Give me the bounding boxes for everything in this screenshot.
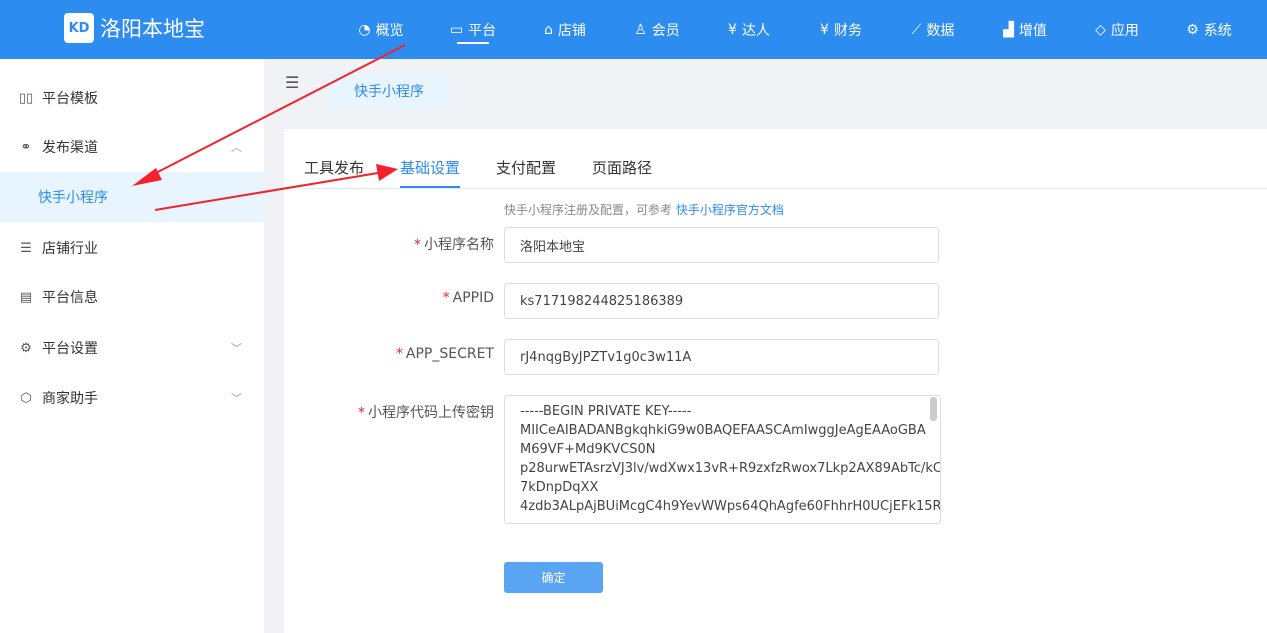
main-nav: ◔ 概览 ▭ 平台 ⌂ 店铺 ♙ 会员 ¥ 达人 ¥ 财务 ⟋ 数据 ▟ 增值 ◇ 应用 ⚙ 系统 — [335, 0, 1255, 59]
nav-label: 平台 — [468, 22, 497, 39]
chevron-up-icon: ︿ — [231, 141, 242, 154]
app-secret-input[interactable] — [504, 339, 939, 375]
required-mark: * — [442, 290, 450, 306]
cube-icon: ◇ — [1095, 21, 1106, 38]
nav-label: 增值 — [1018, 22, 1047, 39]
appid-input[interactable] — [504, 283, 939, 319]
required-mark: * — [395, 346, 403, 362]
nav-label: 财务 — [833, 22, 862, 39]
app-name-input[interactable] — [504, 227, 939, 263]
channel-icon: ⚭ — [20, 139, 32, 155]
shop-icon: ⌂ — [544, 21, 553, 38]
chevron-down-icon: ﹀ — [231, 392, 242, 405]
nav-item-platform[interactable]: ▭ 平台 — [427, 0, 519, 59]
nav-label: 应用 — [1110, 22, 1139, 39]
sidebar: ▯▯ 平台模板 ⚭ 发布渠道 ︿ 快手小程序 ☰ 店铺行业 ▤ 平台信息 ⚙ 平台设置 ﹀ ⬡… — [0, 59, 264, 633]
user-icon: ♙ — [634, 21, 647, 38]
nav-item-overview[interactable]: ◔ 概览 — [335, 0, 427, 59]
settings-icon: ⚙ — [20, 340, 32, 356]
textarea-scrollbar[interactable] — [930, 397, 937, 421]
tab-tool-publish[interactable]: 工具发布 — [304, 148, 364, 187]
upload-key-textarea[interactable]: -----BEGIN PRIVATE KEY----- MIICeAIBADAN… — [504, 395, 941, 524]
sidebar-item-label: 平台模板 — [42, 91, 98, 107]
chevron-down-icon: ﹀ — [231, 342, 242, 355]
appid-label-text: APPID — [452, 290, 494, 306]
hint-text: 快手小程序注册及配置，可参考 — [504, 203, 676, 217]
sidebar-item-industry[interactable]: ☰ 店铺行业 — [0, 223, 264, 273]
tab-payment-config[interactable]: 支付配置 — [496, 148, 556, 187]
sidebar-item-templates[interactable]: ▯▯ 平台模板 — [0, 73, 264, 123]
dashboard-icon: ◔ — [358, 21, 371, 38]
nav-item-data[interactable]: ⟋ 数据 — [887, 0, 979, 59]
helper-icon: ⬡ — [20, 390, 32, 406]
nav-label: 店铺 — [557, 22, 586, 39]
upload-key-label: * 小程序代码上传密钥 — [358, 402, 494, 422]
official-docs-link[interactable]: 快手小程序官方文档 — [676, 203, 784, 217]
nav-item-shop[interactable]: ⌂ 店铺 — [519, 0, 611, 59]
nav-item-talent[interactable]: ¥ 达人 — [703, 0, 795, 59]
secret-label-text: APP_SECRET — [405, 346, 494, 362]
menu-collapse-icon[interactable]: ☰ — [285, 75, 303, 91]
sidebar-subitem-label: 快手小程序 — [38, 190, 108, 206]
sidebar-item-label: 店铺行业 — [42, 241, 98, 257]
yen-card-icon: ¥ — [728, 21, 737, 38]
upload-key-label-text: 小程序代码上传密钥 — [368, 405, 494, 421]
secret-label: * APP_SECRET — [396, 346, 494, 362]
app-title: 洛阳本地宝 — [100, 17, 205, 41]
nav-label: 达人 — [741, 22, 770, 39]
confirm-button[interactable]: 确定 — [504, 562, 603, 593]
nav-item-finance[interactable]: ¥ 财务 — [795, 0, 887, 59]
sidebar-item-label: 平台信息 — [42, 290, 98, 306]
name-label-text: 小程序名称 — [424, 237, 494, 253]
nav-label: 系统 — [1203, 22, 1232, 39]
tab-basic-settings[interactable]: 基础设置 — [400, 148, 461, 188]
sidebar-item-settings[interactable]: ⚙ 平台设置 ﹀ — [0, 323, 264, 373]
app-logo[interactable]: KD 洛阳本地宝 — [64, 13, 205, 43]
sidebar-subitem-kuaishou[interactable]: 快手小程序 — [0, 172, 264, 222]
required-mark: * — [414, 237, 421, 253]
main-content: 工具发布 基础设置 支付配置 页面路径 快手小程序注册及配置，可参考 快手小程序… — [284, 129, 1267, 633]
appid-label: * APPID — [443, 290, 494, 306]
sidebar-item-info[interactable]: ▤ 平台信息 — [0, 272, 264, 322]
settings-tabs: 工具发布 基础设置 支付配置 页面路径 — [304, 148, 1267, 189]
config-hint: 快手小程序注册及配置，可参考 快手小程序官方文档 — [504, 201, 784, 218]
info-icon: ▤ — [19, 289, 33, 305]
line-chart-icon: ⟋ — [911, 21, 922, 38]
gear-icon: ⚙ — [1186, 21, 1199, 38]
sidebar-item-label: 发布渠道 — [42, 140, 98, 156]
nav-item-value-added[interactable]: ▟ 增值 — [979, 0, 1071, 59]
name-label: * 小程序名称 — [414, 234, 494, 254]
sidebar-item-label: 平台设置 — [42, 341, 98, 357]
sidebar-item-helper[interactable]: ⬡ 商家助手 ﹀ — [0, 373, 264, 423]
finance-icon: ¥ — [820, 21, 829, 38]
tab-page-path[interactable]: 页面路径 — [592, 148, 652, 187]
page-tab-kuaishou[interactable]: 快手小程序 — [329, 73, 449, 109]
nav-item-member[interactable]: ♙ 会员 — [611, 0, 703, 59]
top-navbar: KD 洛阳本地宝 ◔ 概览 ▭ 平台 ⌂ 店铺 ♙ 会员 ¥ 达人 ¥ 财务 ⟋ 数据 ▟ 增值… — [0, 0, 1267, 59]
monitor-icon: ▭ — [449, 21, 464, 38]
growth-icon: ▟ — [1003, 21, 1014, 38]
nav-label: 数据 — [926, 22, 955, 39]
logo-mark-icon: KD — [64, 13, 94, 43]
nav-item-system[interactable]: ⚙ 系统 — [1163, 0, 1255, 59]
sidebar-item-channels[interactable]: ⚭ 发布渠道 ︿ — [0, 122, 264, 172]
list-icon: ☰ — [20, 240, 32, 256]
sidebar-item-label: 商家助手 — [42, 391, 98, 407]
template-icon: ▯▯ — [18, 90, 34, 106]
nav-item-apps[interactable]: ◇ 应用 — [1071, 0, 1163, 59]
required-mark: * — [358, 405, 365, 421]
nav-label: 会员 — [651, 22, 680, 39]
nav-label: 概览 — [375, 22, 404, 39]
